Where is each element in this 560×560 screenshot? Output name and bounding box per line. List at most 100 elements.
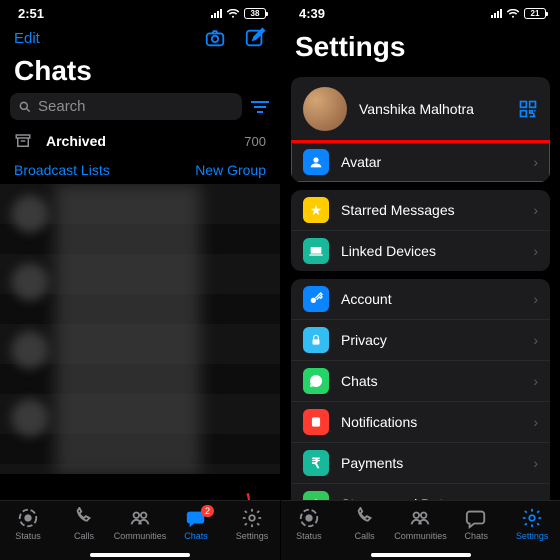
chevron-right-icon: › <box>533 455 538 471</box>
starred-messages-row[interactable]: ★ Starred Messages › <box>291 190 550 231</box>
row-label: Linked Devices <box>341 243 436 259</box>
header-row: Edit <box>0 23 280 53</box>
section-main: Account › Privacy › Chats › Notification… <box>291 279 550 524</box>
chats-icon <box>464 507 488 529</box>
qr-icon[interactable] <box>518 99 538 119</box>
search-placeholder: Search <box>38 98 86 115</box>
chevron-right-icon: › <box>533 202 538 218</box>
status-time: 4:39 <box>299 6 325 21</box>
chevron-right-icon: › <box>533 154 538 170</box>
tab-label: Calls <box>355 531 375 541</box>
section-profile: Vanshika Malhotra Avatar › <box>291 77 550 182</box>
row-label: Chats <box>341 373 378 389</box>
avatar-row[interactable]: Avatar › <box>291 142 550 182</box>
battery-icon: 38 <box>244 8 266 19</box>
row-label: Avatar <box>341 154 381 170</box>
tab-communities[interactable]: Communities <box>394 507 446 541</box>
chats-badge: 2 <box>201 505 214 517</box>
privacy-row[interactable]: Privacy › <box>291 320 550 361</box>
tab-settings[interactable]: Settings <box>506 507 558 541</box>
communities-icon <box>408 507 432 529</box>
row-label: Starred Messages <box>341 202 455 218</box>
avatar <box>303 87 347 131</box>
tab-bar: Status Calls Communities Chats Settings <box>281 500 560 560</box>
profile-name: Vanshika Malhotra <box>359 101 474 117</box>
status-icon <box>297 507 321 529</box>
tab-label: Settings <box>516 531 549 541</box>
gear-icon <box>520 507 544 529</box>
signal-icon <box>211 9 222 18</box>
battery-icon: 21 <box>524 8 546 19</box>
status-icon <box>16 507 40 529</box>
notification-icon <box>303 409 329 435</box>
search-icon <box>18 100 32 114</box>
edit-button[interactable]: Edit <box>14 30 40 47</box>
tab-label: Chats <box>465 531 489 541</box>
notifications-row[interactable]: Notifications › <box>291 402 550 443</box>
chat-list-blurred <box>0 184 280 474</box>
page-title: Chats <box>0 53 280 93</box>
lock-icon <box>303 327 329 353</box>
phone-icon <box>72 507 96 529</box>
phone-settings: 4:39 21 Settings Vanshika Malhotra Avata… <box>280 0 560 560</box>
gear-icon <box>240 507 264 529</box>
laptop-icon <box>303 238 329 264</box>
chevron-right-icon: › <box>533 414 538 430</box>
tab-label: Chats <box>184 531 208 541</box>
tab-communities[interactable]: Communities <box>114 507 166 541</box>
home-indicator[interactable] <box>371 553 471 557</box>
page-title: Settings <box>281 23 560 69</box>
status-bar: 2:51 38 <box>0 0 280 23</box>
rupee-icon: ₹ <box>303 450 329 476</box>
compose-icon[interactable] <box>244 27 266 49</box>
communities-icon <box>128 507 152 529</box>
home-indicator[interactable] <box>90 553 190 557</box>
chat-icon <box>303 368 329 394</box>
section-starred: ★ Starred Messages › Linked Devices › <box>291 190 550 271</box>
tab-label: Calls <box>74 531 94 541</box>
phone-chats: 2:51 38 Edit Chats Search Archived 700 <box>0 0 280 560</box>
row-label: Notifications <box>341 414 417 430</box>
row-label: Privacy <box>341 332 387 348</box>
archive-icon <box>14 132 32 150</box>
search-input[interactable]: Search <box>10 93 242 120</box>
tab-status[interactable]: Status <box>283 507 335 541</box>
status-bar: 4:39 21 <box>281 0 560 23</box>
chevron-right-icon: › <box>533 332 538 348</box>
row-label: Account <box>341 291 392 307</box>
wifi-icon <box>506 9 520 19</box>
tab-chats[interactable]: 2 Chats <box>170 507 222 541</box>
wifi-icon <box>226 9 240 19</box>
status-indicators: 21 <box>491 8 546 19</box>
broadcast-lists-link[interactable]: Broadcast Lists <box>14 162 110 178</box>
tab-settings[interactable]: Settings <box>226 507 278 541</box>
tab-label: Communities <box>114 531 167 541</box>
tab-label: Status <box>15 531 41 541</box>
archived-row[interactable]: Archived 700 <box>0 126 280 156</box>
archived-count: 700 <box>244 134 266 149</box>
tab-bar: Status Calls Communities 2 Chats Setting… <box>0 500 280 560</box>
chevron-right-icon: › <box>533 243 538 259</box>
tab-label: Settings <box>236 531 269 541</box>
linked-devices-row[interactable]: Linked Devices › <box>291 231 550 271</box>
camera-icon[interactable] <box>204 27 226 49</box>
new-group-link[interactable]: New Group <box>195 162 266 178</box>
chevron-right-icon: › <box>533 373 538 389</box>
archived-label: Archived <box>46 133 106 149</box>
tab-calls[interactable]: Calls <box>339 507 391 541</box>
payments-row[interactable]: ₹ Payments › <box>291 443 550 484</box>
row-label: Payments <box>341 455 403 471</box>
account-row[interactable]: Account › <box>291 279 550 320</box>
profile-row[interactable]: Vanshika Malhotra <box>291 77 550 142</box>
star-icon: ★ <box>303 197 329 223</box>
chats-row[interactable]: Chats › <box>291 361 550 402</box>
tab-label: Status <box>296 531 322 541</box>
tab-calls[interactable]: Calls <box>58 507 110 541</box>
tab-status[interactable]: Status <box>2 507 54 541</box>
key-icon <box>303 286 329 312</box>
filter-icon[interactable] <box>250 100 270 114</box>
tab-label: Communities <box>394 531 447 541</box>
tab-chats[interactable]: Chats <box>450 507 502 541</box>
chevron-right-icon: › <box>533 291 538 307</box>
signal-icon <box>491 9 502 18</box>
